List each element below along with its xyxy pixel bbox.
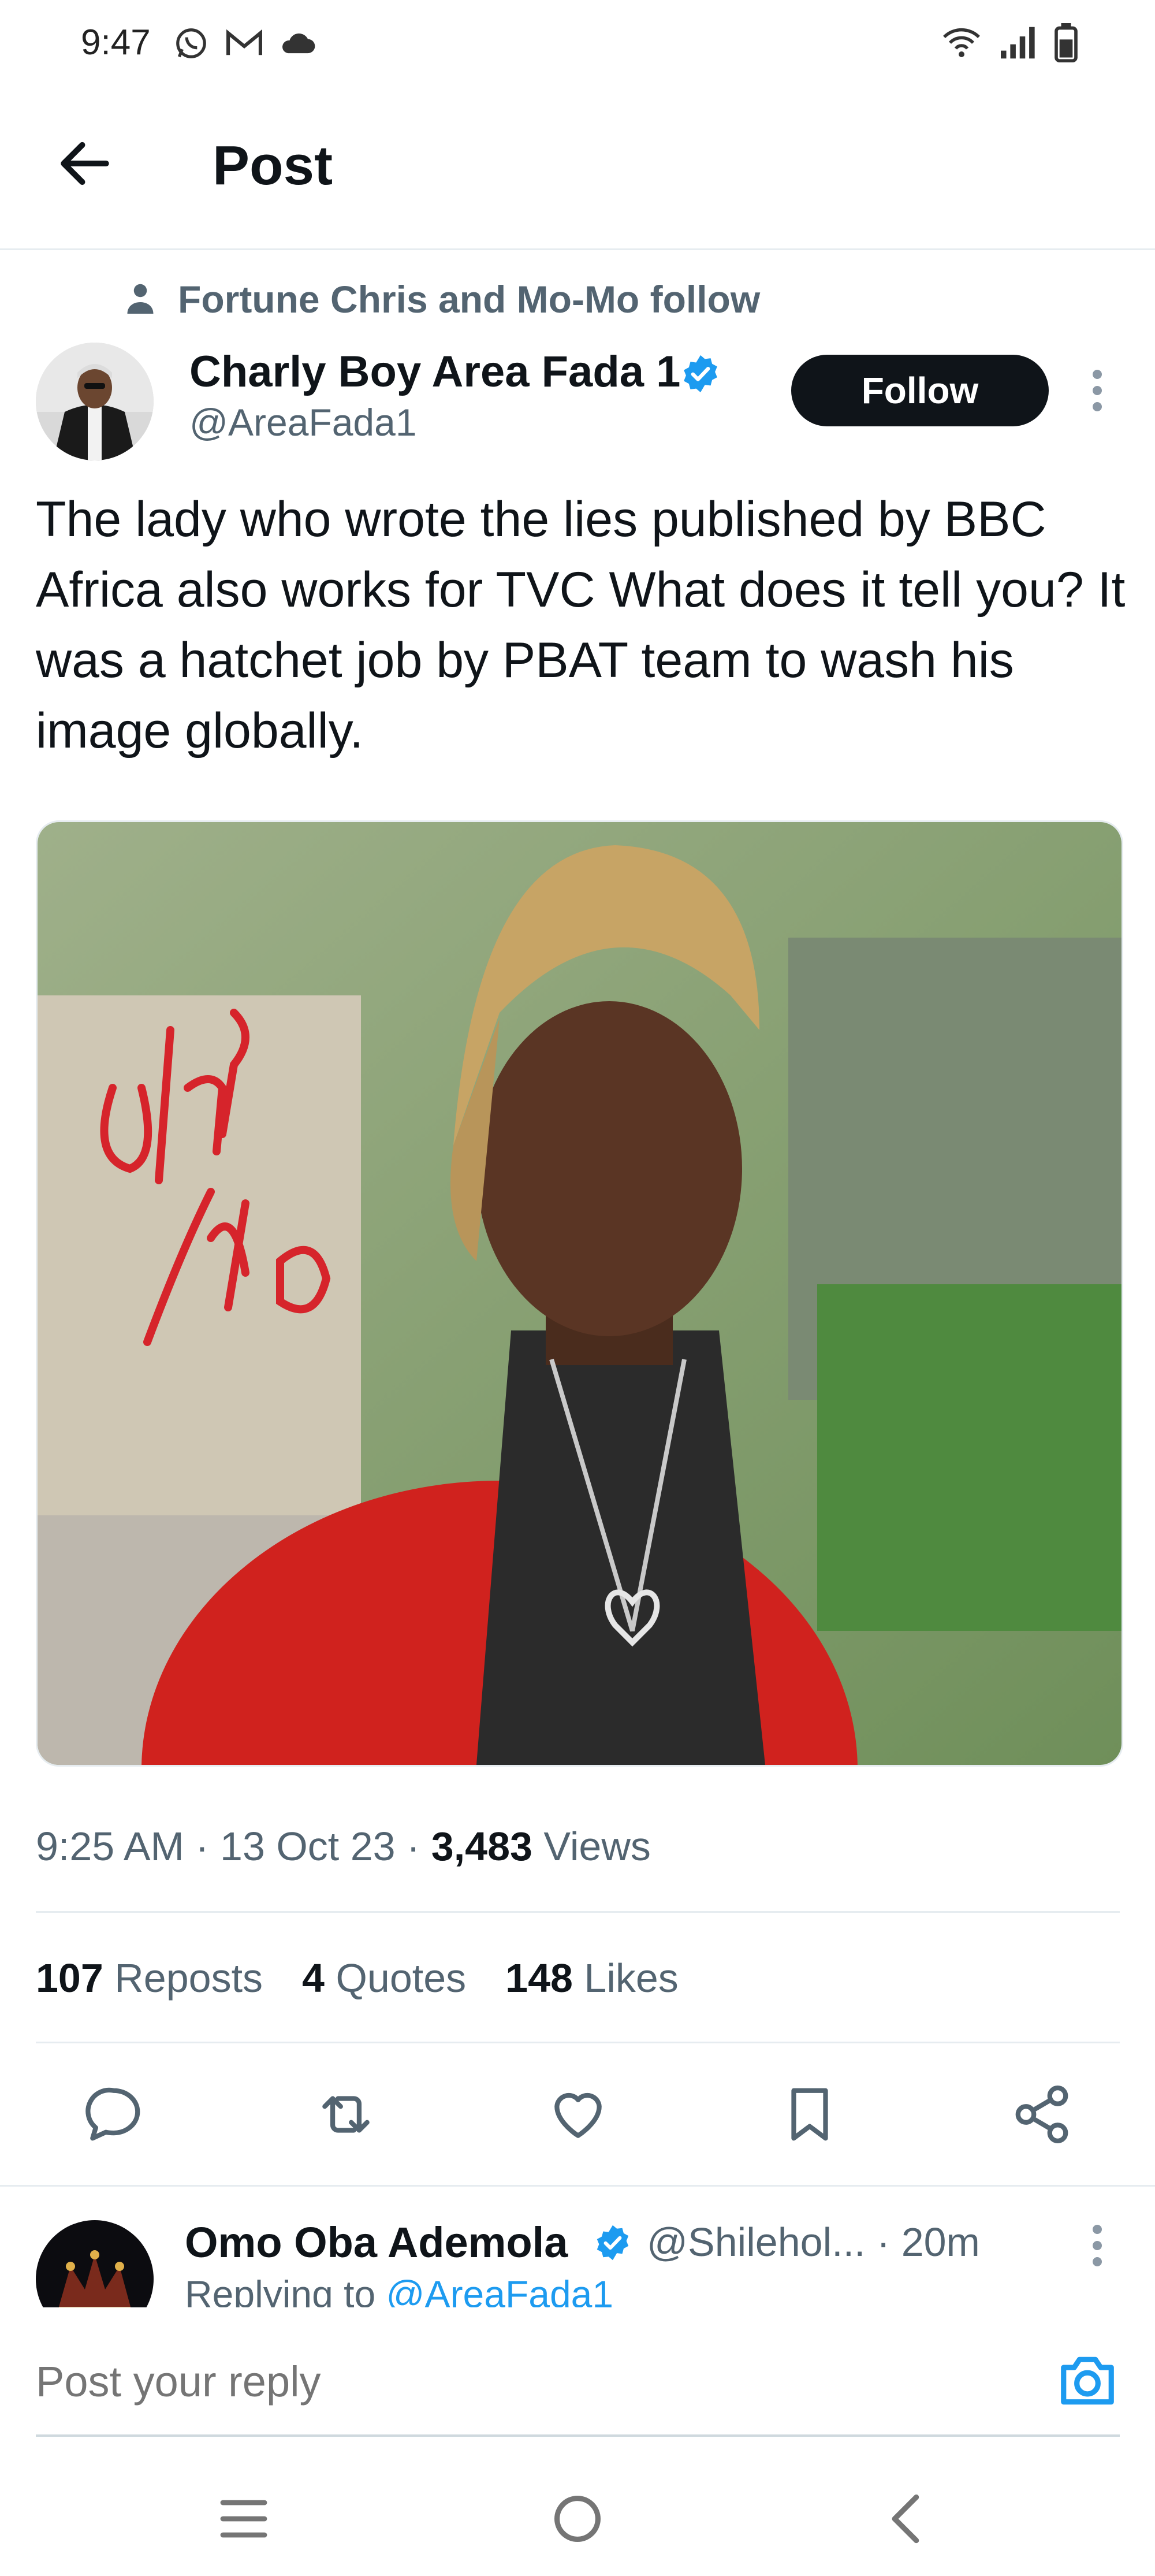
author-handle[interactable]: @AreaFada1 <box>189 400 417 444</box>
quotes-stat[interactable]: 4 Quotes <box>302 1955 466 2001</box>
home-button[interactable] <box>543 2484 612 2553</box>
post-meta: 9:25 AM · 13 Oct 23 · 3,483 Views <box>36 1824 651 1869</box>
repost-button[interactable] <box>308 2077 383 2152</box>
follow-button[interactable]: Follow <box>791 355 1049 426</box>
reposts-stat[interactable]: 107 Reposts <box>36 1955 263 2001</box>
reply-author-name[interactable]: Omo Oba Ademola <box>185 2218 568 2267</box>
status-icons-right <box>941 23 1078 62</box>
status-time: 9:47 <box>81 23 151 62</box>
battery-icon <box>1055 23 1078 62</box>
gmail-icon <box>226 29 262 55</box>
app-bar <box>0 87 1155 250</box>
reply-avatar[interactable] <box>36 2220 154 2309</box>
more-options-icon[interactable] <box>1086 2222 1109 2269</box>
back-nav-button[interactable] <box>872 2484 941 2553</box>
post-date: 13 Oct 23 <box>220 1824 396 1869</box>
author-name[interactable]: Charly Boy Area Fada 1 <box>189 347 680 397</box>
whatsapp-icon <box>176 28 206 58</box>
recent-apps-button[interactable] <box>209 2484 278 2553</box>
share-icon <box>1015 2086 1068 2143</box>
verified-badge-icon <box>594 2224 632 2265</box>
post-time: 9:25 AM <box>36 1824 184 1869</box>
share-button[interactable] <box>1004 2077 1079 2152</box>
divider <box>36 1911 1120 1913</box>
reply-input[interactable] <box>36 2357 1018 2406</box>
views-count: 3,483 <box>431 1824 532 1869</box>
post-image[interactable] <box>36 820 1123 1767</box>
likes-stat[interactable]: 148 Likes <box>505 1955 679 2001</box>
menu-icon <box>220 2500 267 2538</box>
more-options-icon[interactable] <box>1086 367 1109 414</box>
bookmark-icon <box>791 2088 828 2141</box>
repost-icon <box>322 2096 370 2133</box>
replying-to-handle[interactable]: @AreaFada1 <box>386 2273 614 2309</box>
cloud-icon <box>282 33 315 54</box>
wifi-icon <box>943 28 980 57</box>
views-label: Views <box>543 1824 651 1869</box>
reply-icon <box>85 2087 140 2141</box>
action-bar <box>36 2074 1120 2155</box>
chevron-left-icon <box>892 2494 919 2544</box>
back-button[interactable] <box>53 132 117 195</box>
reply-time: · 20m <box>876 2220 980 2265</box>
post-text: The lady who wrote the lies published by… <box>36 492 1126 759</box>
divider <box>36 2042 1120 2043</box>
camera-button[interactable] <box>1056 2349 1119 2413</box>
like-button[interactable] <box>541 2077 616 2152</box>
arrow-left-icon <box>61 142 109 185</box>
author-avatar[interactable] <box>36 343 154 460</box>
social-context[interactable]: Fortune Chris and Mo-Mo follow <box>126 277 760 321</box>
page-title: Post <box>213 135 333 196</box>
reply-button[interactable] <box>76 2077 151 2152</box>
avatar-image <box>36 2220 154 2309</box>
photo-woman-red-blazer <box>38 822 1122 1765</box>
home-circle-icon <box>554 2496 601 2542</box>
reply-item[interactable]: Omo Oba Ademola @Shilehol... · 20m Reply… <box>0 2185 1155 2309</box>
divider <box>36 2434 1120 2437</box>
replying-to: Replying to @AreaFada1 <box>185 2272 613 2309</box>
reply-handle[interactable]: @Shilehol... <box>647 2220 865 2265</box>
status-icons-left <box>173 25 316 61</box>
avatar-image <box>36 343 154 460</box>
reply-handle-time: @Shilehol... · 20m <box>647 2219 980 2265</box>
signal-icon <box>1001 27 1035 59</box>
camera-icon <box>1061 2356 1114 2405</box>
bookmark-button[interactable] <box>772 2077 847 2152</box>
engagement-stats: 107 Reposts 4 Quotes 148 Likes <box>36 1955 679 2001</box>
like-icon <box>554 2092 602 2138</box>
person-icon <box>127 284 154 314</box>
social-context-text: Fortune Chris and Mo-Mo follow <box>178 278 761 321</box>
verified-badge-icon <box>680 354 721 397</box>
